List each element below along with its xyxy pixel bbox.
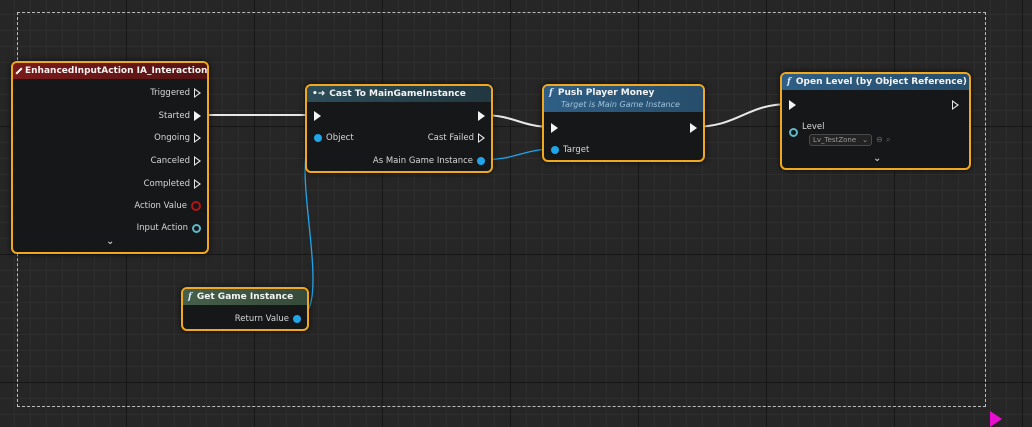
pin-as-main-game-instance[interactable]: As Main Game Instance bbox=[373, 156, 485, 166]
cast-arrow-icon: •➜ bbox=[312, 89, 326, 99]
pin-label: Ongoing bbox=[154, 133, 190, 143]
node-header[interactable]: f Open Level (by Object Reference) bbox=[782, 74, 969, 90]
pin-action-value[interactable]: Action Value bbox=[134, 201, 201, 211]
object-pin-icon[interactable] bbox=[293, 315, 301, 323]
object-pin-icon[interactable] bbox=[551, 146, 559, 154]
object-pin-icon[interactable] bbox=[192, 223, 201, 233]
exec-pin-icon[interactable] bbox=[478, 111, 485, 121]
push-player-money-node[interactable]: f Push Player Money Target is Main Game I… bbox=[542, 84, 705, 162]
function-icon: f bbox=[549, 88, 553, 98]
expand-chevron-icon[interactable]: ⌄ bbox=[873, 153, 881, 164]
node-header[interactable]: EnhancedInputAction IA_Interaction bbox=[13, 63, 207, 79]
pin-label: Target bbox=[563, 145, 590, 155]
function-icon: f bbox=[787, 77, 791, 87]
level-select-dropdown[interactable]: Lv_TestZone ⌄ bbox=[809, 134, 872, 146]
cursor-arrow-icon bbox=[990, 411, 1002, 427]
node-title: Cast To MainGameInstance bbox=[329, 89, 466, 99]
search-icon[interactable]: ⌕ bbox=[886, 135, 890, 145]
exec-pin-icon[interactable] bbox=[478, 133, 485, 143]
pin-exec-in[interactable] bbox=[789, 100, 796, 110]
exec-pin-icon[interactable] bbox=[690, 123, 697, 133]
pin-label: Canceled bbox=[150, 156, 190, 166]
object-pin-icon[interactable] bbox=[789, 128, 798, 137]
enhanced-input-action-node[interactable]: EnhancedInputAction IA_Interaction Trigg… bbox=[11, 61, 209, 254]
expand-chevron-icon[interactable]: ⌄ bbox=[106, 236, 114, 247]
get-game-instance-node[interactable]: f Get Game Instance Return Value bbox=[181, 287, 309, 331]
pin-label: Action Value bbox=[134, 201, 187, 211]
diamond-icon bbox=[15, 67, 23, 75]
exec-pin-icon[interactable] bbox=[789, 100, 796, 110]
dropdown-value: Lv_TestZone bbox=[813, 136, 857, 144]
pin-exec-out[interactable] bbox=[690, 123, 697, 133]
exec-pin-icon[interactable] bbox=[194, 111, 201, 121]
node-header[interactable]: •➜ Cast To MainGameInstance bbox=[307, 86, 491, 102]
browse-icon[interactable]: ⊖ bbox=[876, 135, 883, 144]
pin-exec-in[interactable] bbox=[314, 111, 321, 121]
pin-ongoing[interactable]: Ongoing bbox=[154, 133, 201, 143]
pin-label: Return Value bbox=[234, 314, 289, 324]
pin-object[interactable]: Object bbox=[314, 133, 354, 143]
pin-exec-out[interactable] bbox=[478, 111, 485, 121]
pin-cast-failed[interactable]: Cast Failed bbox=[428, 133, 485, 143]
exec-pin-icon[interactable] bbox=[194, 156, 201, 166]
function-icon: f bbox=[188, 292, 192, 302]
exec-pin-icon[interactable] bbox=[314, 111, 321, 121]
exec-wire-push-to-openlevel bbox=[691, 103, 791, 128]
pin-label: Object bbox=[326, 133, 354, 143]
object-pin-icon[interactable] bbox=[314, 134, 322, 142]
exec-pin-icon[interactable] bbox=[551, 123, 558, 133]
pin-label: As Main Game Instance bbox=[372, 156, 473, 166]
pin-label: Triggered bbox=[150, 88, 190, 98]
node-header[interactable]: f Get Game Instance bbox=[183, 289, 307, 305]
node-title: Open Level (by Object Reference) bbox=[795, 77, 967, 87]
exec-pin-icon[interactable] bbox=[194, 88, 201, 98]
object-pin-icon[interactable] bbox=[477, 157, 485, 165]
pin-label: Completed bbox=[143, 179, 190, 189]
pin-label: Input Action bbox=[136, 223, 188, 233]
exec-pin-icon[interactable] bbox=[194, 133, 201, 143]
value-pin-icon[interactable] bbox=[191, 201, 201, 211]
pin-label: Level bbox=[802, 122, 825, 132]
exec-pin-icon[interactable] bbox=[194, 179, 201, 189]
pin-canceled[interactable]: Canceled bbox=[151, 156, 201, 166]
node-title: EnhancedInputAction IA_Interaction bbox=[25, 66, 208, 76]
pin-label: Cast Failed bbox=[427, 133, 474, 143]
blueprint-graph[interactable]: { "nodes": { "enhanced_input": { "title"… bbox=[0, 0, 1032, 427]
node-title: Get Game Instance bbox=[196, 292, 294, 302]
open-level-node[interactable]: f Open Level (by Object Reference) Level… bbox=[780, 72, 971, 170]
pin-input-action[interactable]: Input Action bbox=[137, 223, 201, 233]
pin-label: Started bbox=[158, 111, 190, 121]
node-subtitle: Target is Main Game Instance bbox=[561, 100, 680, 109]
exec-pin-icon[interactable] bbox=[952, 100, 959, 110]
pin-triggered[interactable]: Triggered bbox=[150, 88, 201, 98]
pin-completed[interactable]: Completed bbox=[144, 179, 201, 189]
pin-return-value[interactable]: Return Value bbox=[235, 314, 301, 324]
cast-node[interactable]: •➜ Cast To MainGameInstance Object Cast … bbox=[305, 84, 493, 173]
node-title: Push Player Money bbox=[557, 88, 655, 98]
node-header[interactable]: f Push Player Money Target is Main Game I… bbox=[544, 86, 703, 112]
pin-exec-out[interactable] bbox=[952, 100, 959, 110]
chevron-down-icon: ⌄ bbox=[862, 136, 868, 144]
pin-target[interactable]: Target bbox=[551, 145, 589, 155]
pin-started[interactable]: Started bbox=[159, 111, 201, 121]
pin-exec-in[interactable] bbox=[551, 123, 558, 133]
